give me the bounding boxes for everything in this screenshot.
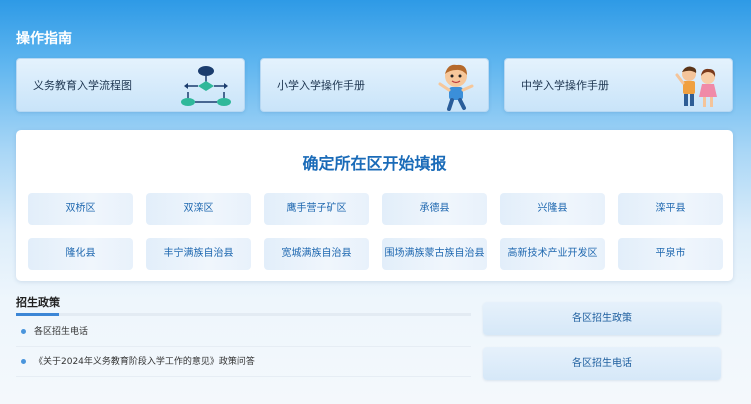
guide-card-middle-school[interactable]: 中学入学操作手册: [504, 58, 733, 112]
policy-section-header: 招生政策: [16, 296, 60, 309]
district-panel-title: 确定所在区开始填报: [302, 154, 447, 173]
district-button-chengde[interactable]: 承德县: [382, 193, 487, 225]
guide-card-label: 小学入学操作手册: [277, 79, 365, 92]
children-icon: [675, 66, 717, 107]
district-phone-button[interactable]: 各区招生电话: [483, 347, 721, 380]
district-button-shuangqiao[interactable]: 双桥区: [28, 193, 133, 225]
guide-card-label: 义务教育入学流程图: [33, 79, 132, 92]
bullet-dot-icon: [21, 329, 26, 334]
district-button-fengning[interactable]: 丰宁满族自治县: [146, 238, 251, 270]
policy-item-link[interactable]: 各区招生电话: [34, 327, 88, 337]
guide-card-label: 中学入学操作手册: [521, 79, 609, 92]
district-button-xinglong[interactable]: 兴隆县: [500, 193, 605, 225]
district-button-gaoxin[interactable]: 高新技术产业开发区: [500, 238, 605, 270]
policy-item-link[interactable]: 《关于2024年义务教育阶段入学工作的意见》政策问答: [34, 357, 255, 367]
district-button-pingquan[interactable]: 平泉市: [618, 238, 723, 270]
district-grid: 双桥区 双滦区 鹰手营子矿区 承德县 兴隆县 滦平县 隆化县 丰宁满族自治县 宽…: [28, 193, 723, 270]
district-button-yingshouyingzi[interactable]: 鹰手营子矿区: [264, 193, 369, 225]
guide-card-primary-school[interactable]: 小学入学操作手册: [260, 58, 489, 112]
district-button-shuangluan[interactable]: 双滦区: [146, 193, 251, 225]
section-title: 操作指南: [16, 31, 72, 47]
district-button-weichang[interactable]: 围场满族蒙古族自治县: [382, 238, 487, 270]
district-button-luanping[interactable]: 滦平县: [618, 193, 723, 225]
guide-card-flowchart[interactable]: 义务教育入学流程图: [16, 58, 245, 112]
district-panel: 确定所在区开始填报 双桥区 双滦区 鹰手营子矿区 承德县 兴隆县 滦平县 隆化县…: [16, 130, 733, 281]
district-button-longhua[interactable]: 隆化县: [28, 238, 133, 270]
policy-list-item[interactable]: 《关于2024年义务教育阶段入学工作的意见》政策问答: [16, 347, 471, 377]
policy-header-divider: [16, 313, 471, 316]
district-policy-button[interactable]: 各区招生政策: [483, 302, 721, 335]
boy-icon: [438, 64, 474, 111]
policy-list-item[interactable]: 各区招生电话: [16, 317, 471, 347]
bullet-dot-icon: [21, 359, 26, 364]
district-button-kuancheng[interactable]: 宽城满族自治县: [264, 238, 369, 270]
flowchart-icon: [181, 66, 231, 106]
